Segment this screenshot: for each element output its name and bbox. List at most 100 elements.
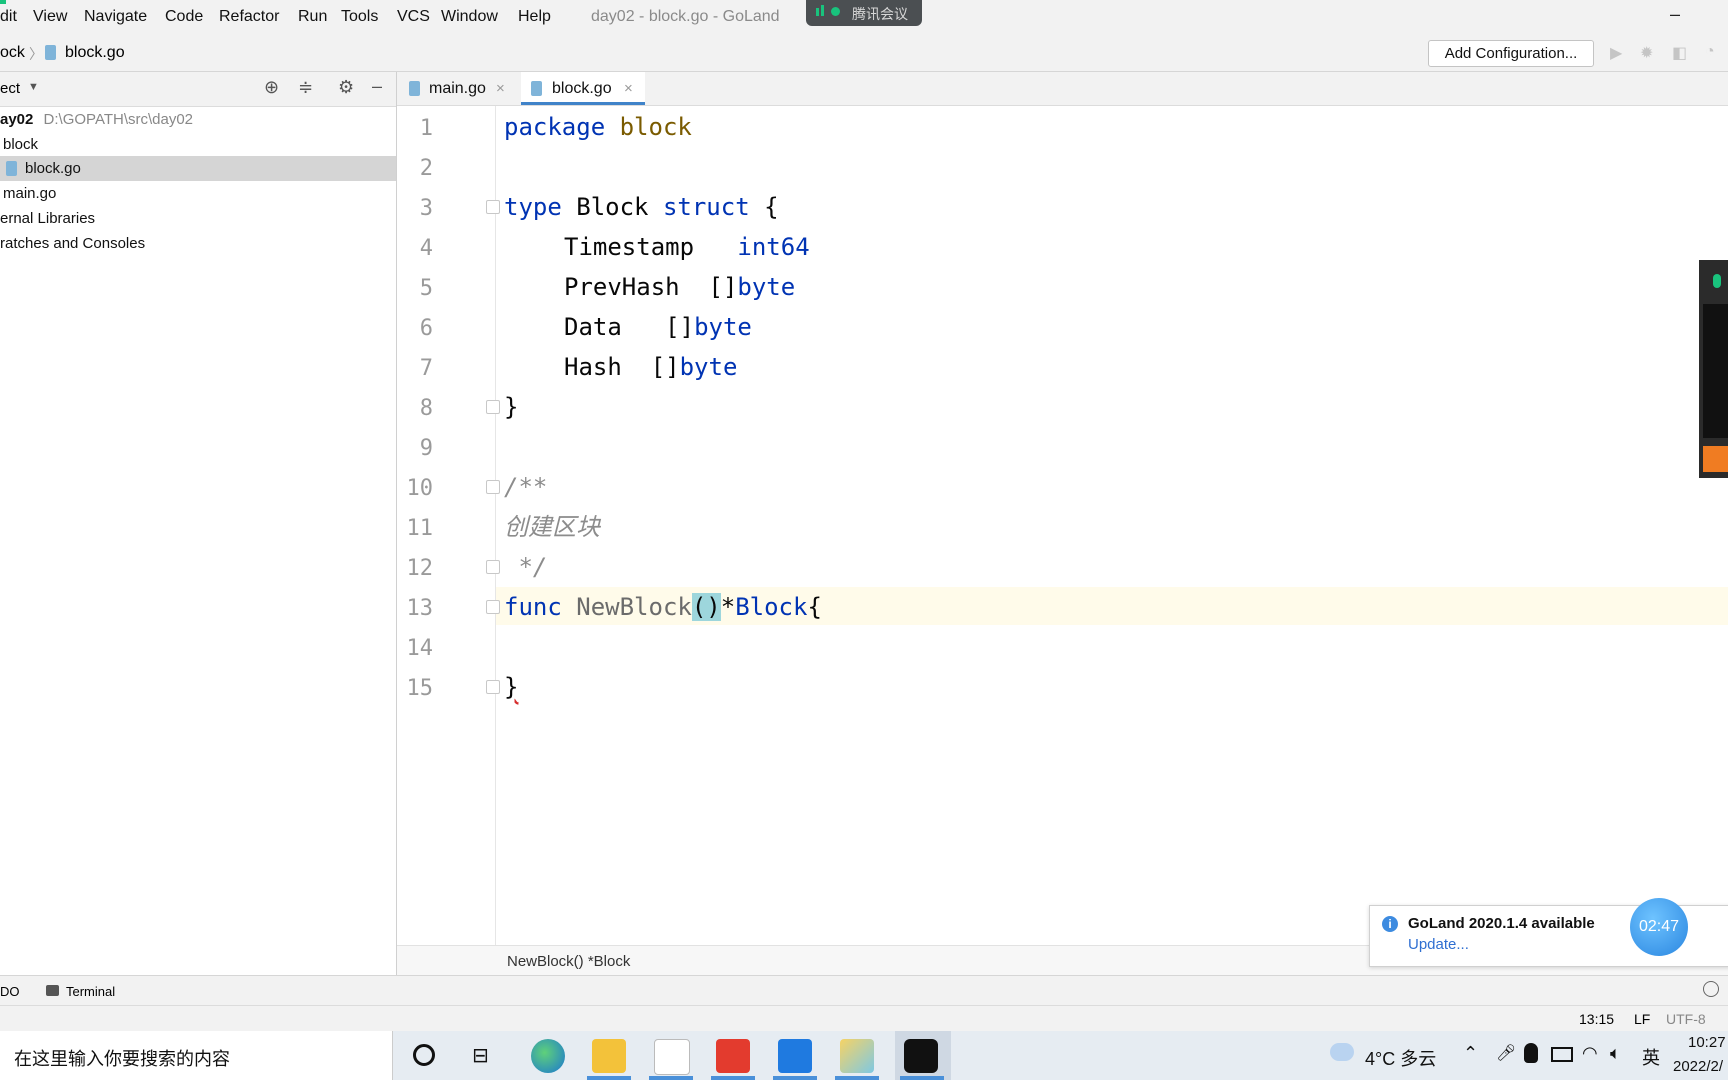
code-line-13: func NewBlock()*Block{ [504, 588, 822, 626]
menu-run[interactable]: Run [298, 8, 327, 26]
menu-help[interactable]: Help [518, 8, 551, 26]
line-separator[interactable]: LF [1634, 1011, 1650, 1027]
keyword: func [504, 593, 562, 621]
run-icon[interactable]: ▶ [1610, 43, 1622, 63]
code-line-4: Timestamp int64 [564, 228, 810, 266]
clock-date[interactable]: 2022/2/ [1673, 1058, 1723, 1075]
tree-item-block-go[interactable]: block.go [0, 156, 396, 181]
coverage-icon[interactable]: ◧ [1672, 43, 1687, 63]
field-name: Hash [564, 353, 622, 381]
menu-code[interactable]: Code [165, 8, 203, 26]
meeting-indicator[interactable]: 腾讯会议 [806, 0, 922, 26]
file-explorer-icon[interactable] [592, 1039, 626, 1073]
battery-icon[interactable] [1551, 1047, 1573, 1062]
tab-block-go[interactable]: block.go × [521, 72, 645, 105]
typora-icon[interactable] [654, 1039, 690, 1075]
line-number: 12 [406, 556, 434, 581]
meeting-timer[interactable]: 02:47 [1630, 898, 1688, 956]
project-view-selector[interactable]: ect [0, 80, 20, 97]
wps-icon[interactable] [716, 1039, 750, 1073]
tool-window-strip: DO Terminal [0, 975, 1728, 1006]
locate-file-icon[interactable]: ⊕ [264, 77, 279, 98]
event-log-icon[interactable] [1703, 981, 1719, 997]
collapse-all-icon[interactable]: ≑ [298, 77, 313, 98]
debug-icon[interactable]: ✹ [1640, 43, 1653, 63]
type-ref: byte [679, 353, 738, 381]
go-file-icon [531, 81, 542, 96]
microphone-icon[interactable] [1713, 274, 1721, 288]
close-icon[interactable]: × [496, 72, 505, 105]
settings-gear-icon[interactable]: ⚙ [338, 77, 354, 98]
menu-navigate[interactable]: Navigate [84, 8, 147, 26]
add-configuration-button[interactable]: Add Configuration... [1428, 40, 1594, 67]
paint-icon[interactable] [840, 1039, 874, 1073]
tab-label: block.go [552, 80, 612, 97]
code-editor[interactable]: package block type Block struct { Timest… [496, 106, 1728, 945]
line-number: 11 [406, 516, 434, 541]
breadcrumb-file[interactable]: block.go [65, 44, 125, 62]
line-number: 10 [406, 476, 434, 501]
menu-window[interactable]: Window [441, 8, 498, 26]
weather-text[interactable]: 4°C 多云 [1365, 1045, 1436, 1071]
terminal-tool-button[interactable]: Terminal [66, 984, 115, 999]
hide-panel-icon[interactable]: – [372, 76, 382, 97]
tree-item-block-folder[interactable]: block [0, 132, 396, 157]
chevron-up-icon[interactable]: ⌃ [1463, 1043, 1478, 1064]
breadcrumb-parent[interactable]: ock [0, 44, 25, 62]
editor-tabs: main.go × block.go × [397, 72, 1728, 106]
field-name: Timestamp [564, 233, 695, 261]
field-name: PrevHash [564, 273, 680, 301]
signal-bar-icon [821, 5, 824, 16]
dropdown-arrow-icon[interactable]: ▼ [28, 81, 39, 93]
edge-browser-icon[interactable] [531, 1039, 565, 1073]
keyword: package [504, 113, 606, 141]
tab-main-go[interactable]: main.go × [409, 72, 519, 105]
update-link[interactable]: Update... [1408, 936, 1469, 953]
clock-time[interactable]: 10:27 [1688, 1034, 1726, 1051]
tree-item-scratches[interactable]: ratches and Consoles [0, 231, 396, 256]
goland-icon[interactable] [904, 1039, 938, 1073]
tree-item-external-libraries[interactable]: ernal Libraries [0, 206, 396, 231]
project-panel-header: ect ▼ ⊕ ≑ ⚙ – [0, 72, 396, 107]
code-line-12: */ [504, 553, 548, 581]
task-view-icon[interactable]: ⊟ [472, 1043, 489, 1068]
meeting-app-icon[interactable] [778, 1039, 812, 1073]
menu-refactor[interactable]: Refactor [219, 8, 279, 26]
running-indicator [587, 1076, 631, 1080]
participants-icon[interactable] [1703, 446, 1728, 472]
taskbar-search-box[interactable]: 在这里输入你要搜索的内容 [0, 1031, 393, 1080]
todo-tool-button[interactable]: DO [0, 984, 20, 999]
menu-vcs[interactable]: VCS [397, 8, 430, 26]
close-icon[interactable]: × [624, 72, 633, 105]
minimize-button[interactable]: – [1670, 4, 1680, 25]
editor-breadcrumb[interactable]: NewBlock() *Block [507, 953, 630, 970]
window-title: day02 - block.go - GoLand [591, 8, 780, 25]
input-method[interactable]: 英 [1642, 1044, 1660, 1070]
caret-position[interactable]: 13:15 [1579, 1011, 1614, 1027]
tree-item-main-go[interactable]: main.go [0, 181, 396, 206]
code-line-15: } [504, 673, 519, 701]
file-encoding[interactable]: UTF-8 [1666, 1011, 1706, 1027]
code-line-5: PrevHash []byte [564, 268, 795, 306]
line-number: 15 [406, 676, 434, 701]
volume-icon[interactable]: 🔈︎ [1610, 1043, 1621, 1064]
menu-edit[interactable]: dit [0, 8, 17, 26]
meeting-side-panel[interactable] [1699, 260, 1728, 478]
accent-mark [0, 0, 6, 4]
windows-taskbar: 在这里输入你要搜索的内容 ⊟ 4°C 多云 ⌃ 🎤︎ ◠ 🔈︎ 英 10:27 … [0, 1031, 1728, 1080]
field-name: Data [564, 313, 622, 341]
tree-item-project-root[interactable]: ay02 D:\GOPATH\src\day02 [0, 107, 396, 132]
package-name: block [619, 113, 692, 141]
cortana-icon[interactable] [413, 1044, 435, 1066]
menu-tools[interactable]: Tools [341, 8, 378, 26]
status-bar: 13:15 LF UTF-8 [0, 1005, 1728, 1032]
menu-view[interactable]: View [33, 8, 67, 26]
wifi-icon[interactable]: ◠ [1582, 1043, 1598, 1064]
go-file-icon [409, 81, 420, 96]
qq-icon[interactable] [1524, 1043, 1538, 1063]
tree-item-label: ernal Libraries [0, 210, 96, 227]
profile-icon[interactable]: ◔ [1705, 43, 1715, 61]
microphone-icon[interactable]: 🎤︎ [1496, 1043, 1516, 1063]
type-ref: Block [735, 593, 808, 621]
status-dot-icon [831, 7, 840, 16]
